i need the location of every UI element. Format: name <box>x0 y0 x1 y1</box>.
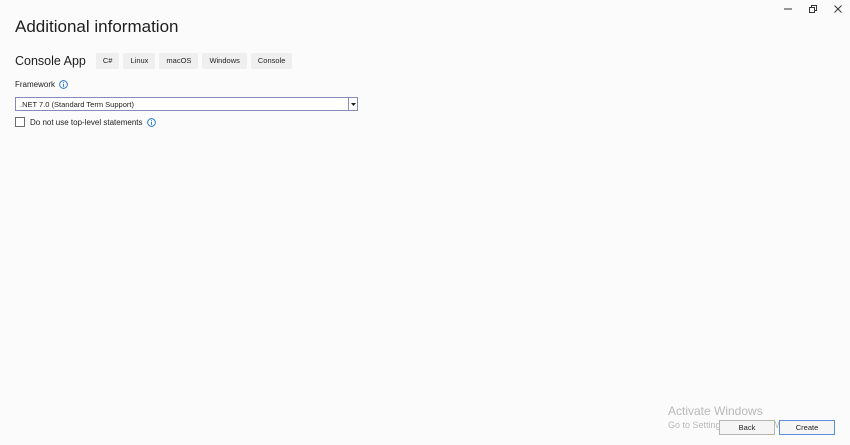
template-name: Console App <box>15 54 86 68</box>
top-level-statements-label: Do not use top-level statements <box>30 117 143 127</box>
window-controls <box>775 0 850 18</box>
tag-platform-linux: Linux <box>123 53 156 69</box>
framework-label: Framework <box>15 80 56 89</box>
top-level-statements-option[interactable]: Do not use top-level statements <box>15 117 156 127</box>
back-button[interactable]: Back <box>719 420 775 435</box>
framework-select-value: .NET 7.0 (Standard Term Support) <box>20 99 134 109</box>
close-button[interactable] <box>825 0 850 18</box>
framework-label-row: Framework <box>15 80 68 89</box>
tag-language: C# <box>95 53 120 69</box>
template-summary: Console App C# Linux macOS Windows Conso… <box>15 53 296 69</box>
info-icon[interactable] <box>59 80 68 89</box>
framework-dropdown-button[interactable] <box>348 98 357 110</box>
watermark-title: Activate Windows <box>668 404 763 418</box>
minimize-button[interactable] <box>775 0 800 18</box>
restore-icon <box>808 5 817 13</box>
info-icon[interactable] <box>146 117 156 127</box>
create-button[interactable]: Create <box>779 420 835 435</box>
chevron-down-icon <box>350 102 356 106</box>
top-level-statements-checkbox[interactable] <box>15 117 25 127</box>
minimize-icon <box>783 8 792 10</box>
tag-platform-windows: Windows <box>202 53 247 69</box>
framework-select[interactable]: .NET 7.0 (Standard Term Support) <box>15 97 358 111</box>
tag-platform-macos: macOS <box>159 53 199 69</box>
page-title: Additional information <box>15 17 179 36</box>
restore-button[interactable] <box>800 0 825 18</box>
close-icon <box>833 5 842 13</box>
tag-project-type: Console <box>250 53 293 69</box>
